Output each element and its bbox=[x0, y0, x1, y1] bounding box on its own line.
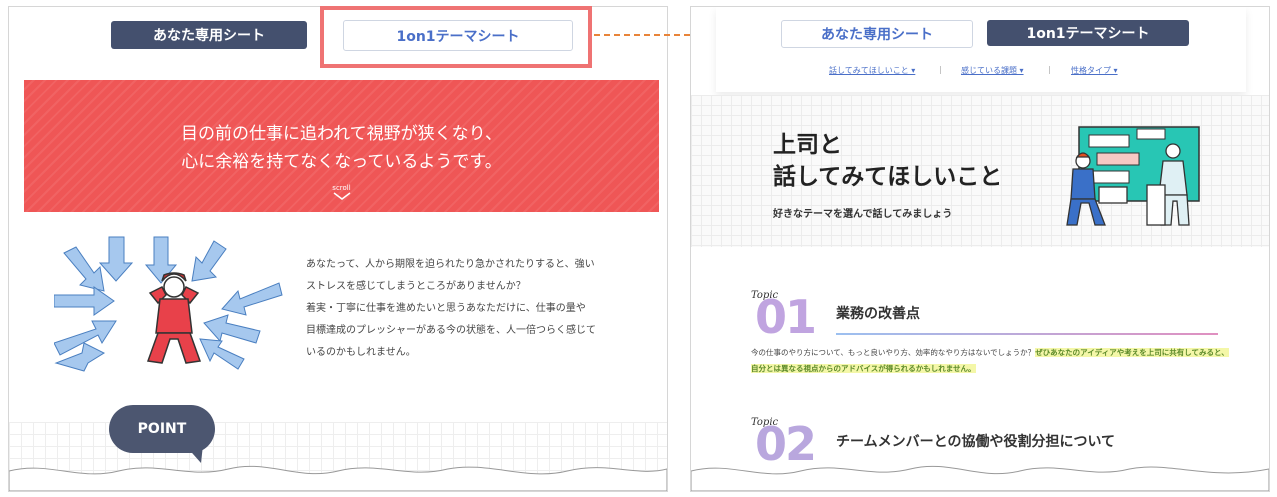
right-screenshot-panel: あなた専用シート 1on1テーマシート 話してみてほしいこと ▾ | 感じている… bbox=[690, 6, 1270, 492]
topic-title: チームメンバーとの協働や役割分担について bbox=[836, 434, 1116, 450]
my-sheet-tab[interactable]: あなた専用シート bbox=[781, 20, 973, 48]
nav-link-personality[interactable]: 性格タイプ ▾ bbox=[1071, 65, 1118, 76]
hero-title-line: 上司と bbox=[773, 132, 842, 158]
oneonone-sheet-tab[interactable]: 1on1テーマシート bbox=[987, 20, 1189, 46]
description-line: いるのかもしれません。 bbox=[306, 347, 416, 358]
stress-banner: 目の前の仕事に追われて視野が狭くなり、 心に余裕を持てなくなっているようです。 … bbox=[24, 80, 659, 212]
topic-body: 今の仕事のやり方について、もっと良いやり方、効率的なやり方はないでしょうか？ぜひ… bbox=[751, 345, 1231, 377]
nav-link-issues[interactable]: 感じている課題 ▾ bbox=[961, 65, 1024, 76]
chevron-down-icon[interactable] bbox=[333, 192, 351, 200]
left-screenshot-panel: あなた専用シート 1on1テーマシート 目の前の仕事に追われて視野が狭くなり、 … bbox=[8, 6, 668, 492]
topic-title: 業務の改善点 bbox=[836, 306, 920, 322]
nav-separator: | bbox=[1048, 65, 1051, 74]
torn-edge bbox=[9, 465, 667, 491]
banner-line-1: 目の前の仕事に追われて視野が狭くなり、 bbox=[181, 124, 502, 144]
description-line: 着実・丁寧に仕事を進めたいと思うあなただけに、仕事の量や bbox=[306, 303, 586, 314]
hero-title-line: 話してみてほしいこと bbox=[773, 164, 1003, 190]
stressed-person-illustration bbox=[54, 236, 283, 372]
topic-underline bbox=[836, 333, 1218, 335]
description-line: あなたって、人から期限を迫られたり急かされたりすると、強い bbox=[306, 259, 595, 270]
my-sheet-tab[interactable]: あなた専用シート bbox=[111, 21, 307, 49]
stress-description: あなたって、人から期限を迫られたり急かされたりすると、強い ストレスを感じてしま… bbox=[306, 254, 626, 364]
nav-separator: | bbox=[939, 65, 942, 74]
description-line: ストレスを感じてしまうところがありませんか？ bbox=[306, 281, 526, 292]
torn-edge bbox=[691, 465, 1269, 491]
scroll-label[interactable]: scroll bbox=[24, 184, 659, 192]
hero-subtitle: 好きなテーマを選んで話してみましょう bbox=[773, 209, 953, 220]
nav-link-topics[interactable]: 話してみてほしいこと ▾ bbox=[829, 65, 915, 76]
banner-line-2: 心に余裕を持てなくなっているようです。 bbox=[181, 152, 502, 172]
meeting-illustration bbox=[1066, 126, 1200, 226]
hero-title: 上司と 話してみてほしいこと bbox=[773, 129, 1002, 193]
description-line: 目標達成のプレッシャーがある今の状態を、人一倍つらく感じて bbox=[306, 325, 596, 336]
highlight-frame bbox=[320, 6, 592, 68]
topic-body-plain: 今の仕事のやり方について、もっと良いやり方、効率的なやり方はないでしょうか？ bbox=[751, 348, 1036, 357]
topic-number: 01 bbox=[755, 290, 817, 344]
